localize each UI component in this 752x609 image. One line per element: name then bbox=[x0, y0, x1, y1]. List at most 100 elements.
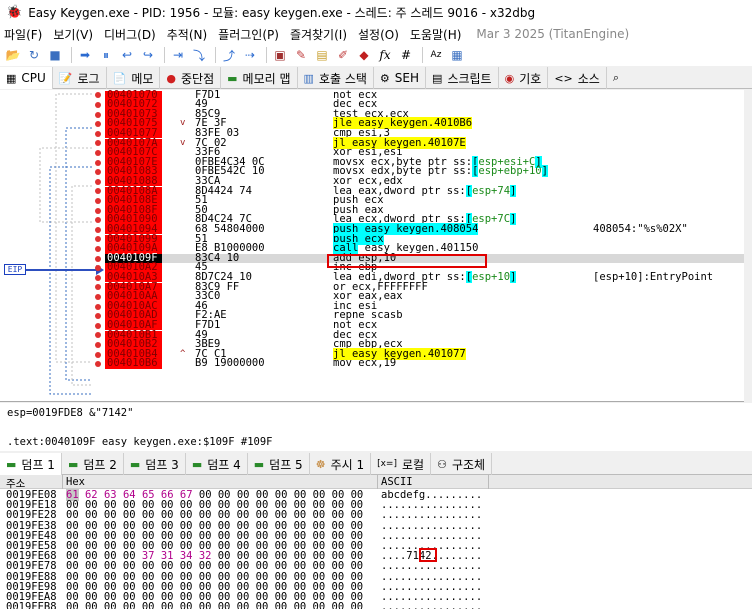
info-line-2: .text:0040109F easy keygen.exe:$109F #10… bbox=[7, 436, 273, 448]
tab-dump-1[interactable]: ▬ 덤프 1 bbox=[0, 453, 62, 475]
breakpoint-dot[interactable] bbox=[95, 274, 101, 281]
dump-hex: 00 00 00 00 00 00 00 00 00 00 00 00 00 0… bbox=[66, 601, 364, 609]
patch-icon[interactable]: ✎ bbox=[292, 46, 310, 64]
tab-symbols[interactable]: ◉ 기호 bbox=[499, 67, 549, 89]
breakpoint-dot[interactable] bbox=[95, 284, 101, 291]
menu-plugins[interactable]: 플러그인(P) bbox=[218, 26, 279, 43]
tab-seh[interactable]: ⚙ SEH bbox=[374, 67, 427, 89]
menu-options[interactable]: 설정(O) bbox=[358, 26, 399, 43]
stop-icon[interactable]: ■ bbox=[46, 46, 64, 64]
tab-log[interactable]: 📝 로그 bbox=[53, 67, 107, 89]
toolbar-divider bbox=[215, 47, 216, 63]
breakpoint-dot[interactable] bbox=[95, 207, 101, 214]
breakpoint-dot[interactable] bbox=[95, 293, 101, 300]
jump-gutter: EIP bbox=[0, 90, 105, 401]
hash-icon[interactable]: # bbox=[397, 46, 415, 64]
breakpoint-dot[interactable] bbox=[95, 130, 101, 137]
breakpoint-dot[interactable] bbox=[95, 178, 101, 185]
breakpoint-dot[interactable] bbox=[95, 217, 101, 224]
dump-row[interactable]: 0019FEB8 00 00 00 00 00 00 00 00 00 00 00… bbox=[0, 602, 752, 609]
info-line-1: esp=0019FDE8 &"7142" bbox=[7, 407, 134, 419]
annotation-box-ascii bbox=[419, 548, 437, 562]
dump-header-hex: Hex bbox=[66, 476, 85, 488]
animate-over-icon[interactable]: ↪ bbox=[139, 46, 157, 64]
step-into-icon[interactable]: ⇥ bbox=[169, 46, 187, 64]
breakpoint-dot[interactable] bbox=[95, 197, 101, 204]
callstack-icon: ▥ bbox=[303, 71, 314, 85]
script-icon: ▤ bbox=[432, 71, 443, 85]
breakpoint-icon: ● bbox=[166, 71, 177, 85]
bookmark-icon[interactable]: ◆ bbox=[355, 46, 373, 64]
menu-trace[interactable]: 추적(N) bbox=[167, 26, 207, 43]
tab-cpu[interactable]: ▦ CPU bbox=[0, 67, 53, 89]
scylla-icon[interactable]: ▣ bbox=[271, 46, 289, 64]
strings-icon[interactable]: Az bbox=[427, 46, 445, 64]
breakpoint-dot[interactable] bbox=[95, 351, 101, 358]
menu-favourites[interactable]: 즐겨찾기(I) bbox=[290, 26, 347, 43]
run-to-user-code-icon[interactable]: ⇢ bbox=[241, 46, 259, 64]
tab-call-stack[interactable]: ▥ 호출 스택 bbox=[298, 67, 374, 89]
menu-help[interactable]: 도움말(H) bbox=[410, 26, 462, 43]
breakpoint-dot[interactable] bbox=[95, 121, 101, 128]
tab-notes[interactable]: 📄 메모 bbox=[107, 67, 161, 89]
breakpoint-dot[interactable] bbox=[95, 149, 101, 156]
tab-dump-2[interactable]: ▬ 덤프 2 bbox=[62, 453, 124, 475]
breakpoint-dot[interactable] bbox=[95, 313, 101, 320]
breakpoint-dot[interactable] bbox=[95, 92, 101, 99]
breakpoint-dot[interactable] bbox=[95, 332, 101, 339]
vertical-scrollbar[interactable] bbox=[744, 90, 752, 402]
dump-view[interactable]: 주소 Hex ASCII 0019FE08 61 62 63 64 65 66 6… bbox=[0, 475, 752, 609]
breakpoint-dot[interactable] bbox=[95, 140, 101, 147]
jump-up-icon: ^ bbox=[180, 348, 186, 359]
execute-till-return-icon[interactable]: ⤴ bbox=[220, 46, 238, 64]
toolbar-divider bbox=[422, 47, 423, 63]
breakpoint-dot[interactable] bbox=[95, 188, 101, 195]
disassembly-view[interactable]: EIP 00401070 F7D1 not ecx 00401072 49 dec ecx… bbox=[0, 90, 752, 402]
pause-icon[interactable]: ⏸ bbox=[97, 46, 115, 64]
step-over-icon[interactable]: ⤵ bbox=[190, 46, 208, 64]
disasm-row[interactable]: 004010B6 B9 19000000 mov ecx,19 bbox=[105, 358, 752, 369]
breakpoint-dot[interactable] bbox=[95, 341, 101, 348]
function-icon[interactable]: fx bbox=[376, 46, 394, 64]
tab-dump-3[interactable]: ▬ 덤프 3 bbox=[124, 453, 186, 475]
breakpoint-dot[interactable] bbox=[95, 159, 101, 166]
breakpoint-dot[interactable] bbox=[95, 169, 101, 176]
tab-dump-4[interactable]: ▬ 덤프 4 bbox=[186, 453, 248, 475]
breakpoint-dot[interactable] bbox=[95, 101, 101, 108]
animate-into-icon[interactable]: ↩ bbox=[118, 46, 136, 64]
breakpoint-dot[interactable] bbox=[95, 226, 101, 233]
breakpoint-dot[interactable] bbox=[95, 245, 101, 252]
breakpoint-dot[interactable] bbox=[95, 255, 101, 262]
dump-header-ascii: ASCII bbox=[381, 476, 413, 488]
tab-search[interactable]: ⌕ bbox=[607, 67, 630, 89]
menu-file[interactable]: 파일(F) bbox=[4, 26, 42, 43]
toolbar-divider bbox=[266, 47, 267, 63]
menu-debug[interactable]: 디버그(D) bbox=[104, 26, 156, 43]
tab-memory-map[interactable]: ▬ 메모리 맵 bbox=[221, 67, 298, 89]
column-divider bbox=[488, 475, 489, 489]
breakpoint-dot[interactable] bbox=[95, 236, 101, 243]
breakpoint-dot[interactable] bbox=[95, 111, 101, 118]
label-icon[interactable]: ✐ bbox=[334, 46, 352, 64]
title-bar: 🐞 Easy Keygen.exe - PID: 1956 - 모듈: easy… bbox=[0, 0, 752, 24]
toolbar: 📂 ↻ ■ ➡ ⏸ ↩ ↪ ⇥ ⤵ ⤴ ⇢ ▣ ✎ ▤ ✐ ◆ fx # Az … bbox=[0, 44, 752, 66]
open-icon[interactable]: 📂 bbox=[4, 46, 22, 64]
comment-icon[interactable]: ▤ bbox=[313, 46, 331, 64]
menu-view[interactable]: 보기(V) bbox=[53, 26, 93, 43]
eip-label: EIP bbox=[4, 264, 26, 275]
tab-source[interactable]: <> 소스 bbox=[548, 67, 607, 89]
run-icon[interactable]: ➡ bbox=[76, 46, 94, 64]
restart-icon[interactable]: ↻ bbox=[25, 46, 43, 64]
calculator-icon[interactable]: ▦ bbox=[448, 46, 466, 64]
tab-watch-1[interactable]: ☸ 주시 1 bbox=[310, 453, 372, 475]
breakpoint-dot[interactable] bbox=[95, 303, 101, 310]
tab-dump-5[interactable]: ▬ 덤프 5 bbox=[248, 453, 310, 475]
breakpoint-dot[interactable] bbox=[95, 361, 101, 368]
view-tabs: ▦ CPU 📝 로그 📄 메모 ● 중단점 ▬ 메모리 맵 ▥ 호출 스택 ⚙ SEH ▤ 스크… bbox=[0, 67, 752, 89]
breakpoint-dot[interactable] bbox=[95, 322, 101, 329]
tab-breakpoints[interactable]: ● 중단점 bbox=[160, 67, 222, 89]
memory-icon: ▬ bbox=[227, 71, 238, 85]
tab-struct[interactable]: ⚇ 구조체 bbox=[431, 453, 493, 475]
tab-locals[interactable]: [x=] 로컬 bbox=[371, 453, 432, 475]
tab-script[interactable]: ▤ 스크립트 bbox=[426, 67, 499, 89]
